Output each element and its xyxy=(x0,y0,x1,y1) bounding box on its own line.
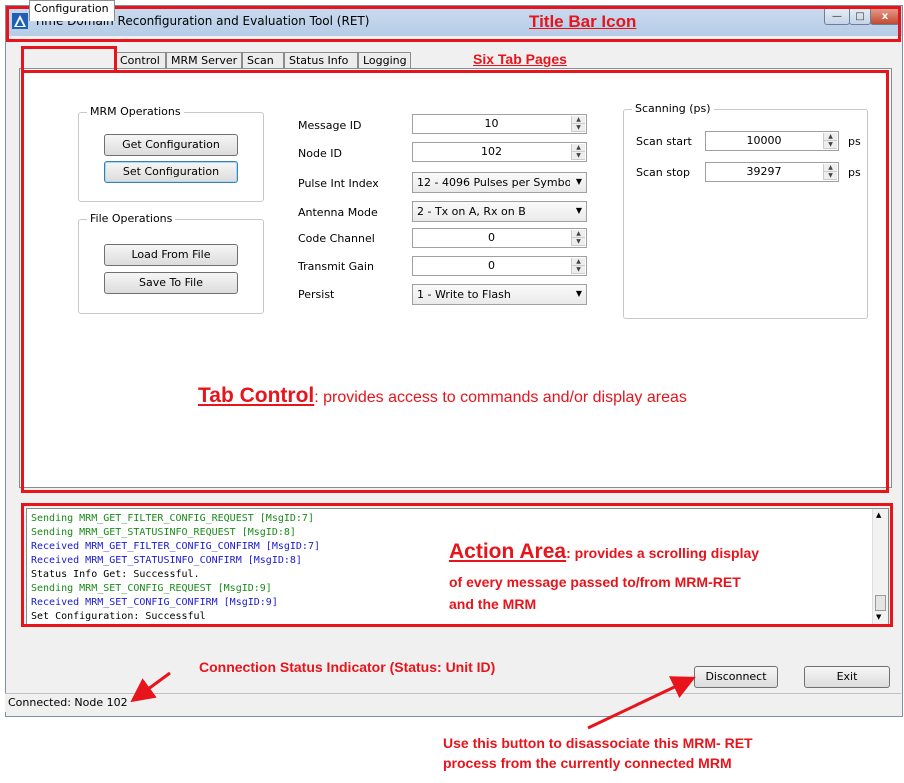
status-arrow-icon xyxy=(130,671,171,703)
annotation-arrows xyxy=(130,671,696,730)
disconnect-arrow-icon xyxy=(587,676,696,730)
tab-configuration[interactable]: Configuration xyxy=(29,0,115,21)
